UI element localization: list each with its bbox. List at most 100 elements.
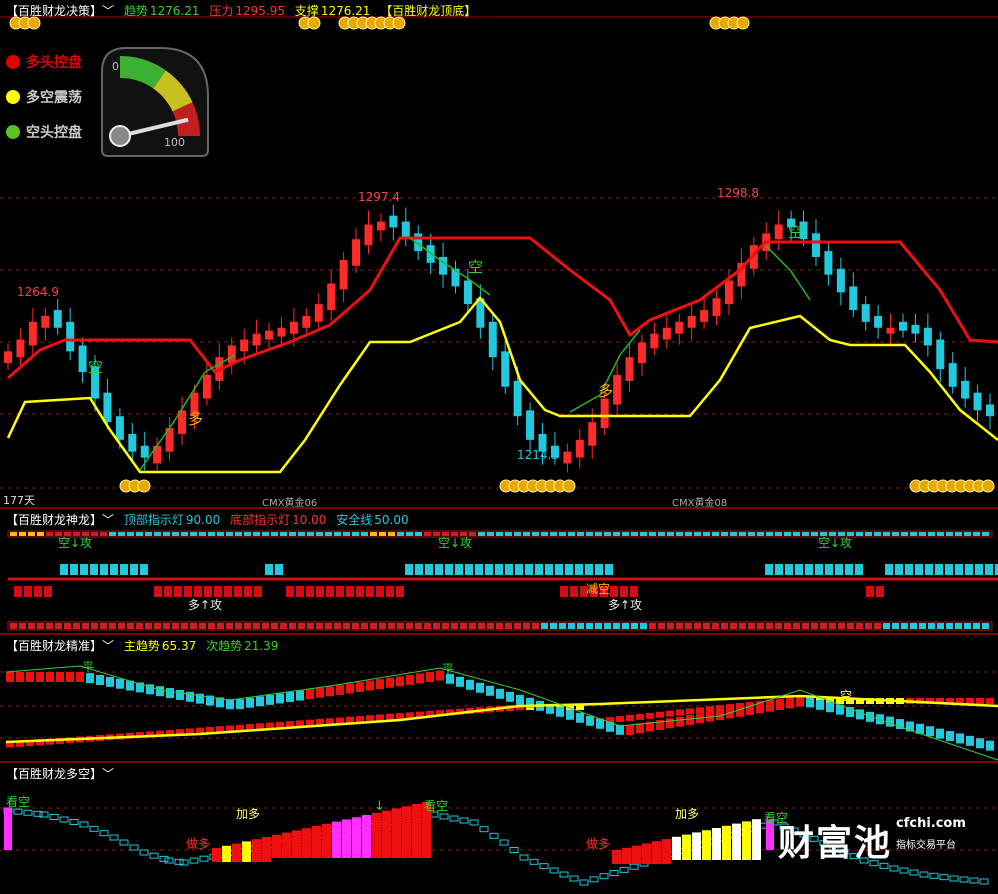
- strip-cell: [505, 532, 512, 536]
- candle-body: [364, 224, 373, 246]
- strip-cell: [613, 532, 620, 536]
- strip-cell: [982, 532, 989, 536]
- secondary-trend-bar: [326, 686, 334, 697]
- main-trend-bar: [396, 713, 404, 720]
- strip-cell: [37, 532, 44, 536]
- secondary-trend-bar: [636, 723, 644, 734]
- strip-cell: [325, 532, 332, 536]
- secondary-trend-bar: [786, 698, 794, 709]
- main-trend-bar: [666, 710, 674, 717]
- strip-cell: [586, 532, 593, 536]
- strip-cell: [784, 623, 791, 629]
- bottom-light-label: 底部指示灯: [230, 513, 291, 527]
- cyan-bar: [100, 564, 108, 575]
- strip-cell: [73, 623, 80, 629]
- cyan-bar: [265, 564, 273, 575]
- step-box: [629, 863, 639, 870]
- step-box: [529, 858, 539, 865]
- candle-body: [961, 380, 970, 399]
- strip-cell: [316, 532, 323, 536]
- strip-cell: [694, 623, 701, 629]
- strip-cell: [163, 532, 170, 536]
- chevron-down-icon[interactable]: ﹀: [102, 767, 114, 781]
- step-box: [99, 830, 109, 837]
- cyan-bar: [525, 564, 533, 575]
- strip-cell: [100, 623, 107, 629]
- cyan-bar: [765, 564, 773, 575]
- strip-cell: [613, 623, 620, 629]
- secondary-trend-bar: [336, 684, 344, 695]
- cyan-bar: [565, 564, 573, 575]
- candle-body: [513, 380, 522, 417]
- support-label: 支撑: [294, 4, 319, 18]
- strip-cell: [631, 623, 638, 629]
- secondary-trend-bar: [226, 699, 234, 710]
- strip-cell: [19, 532, 26, 536]
- secondary-trend-bar: [236, 699, 244, 710]
- red-bar: [24, 586, 32, 597]
- long-bar: [632, 845, 641, 864]
- main-trend-bar: [966, 698, 974, 704]
- strip-cell: [802, 623, 809, 629]
- strip-cell: [568, 532, 575, 536]
- chevron-down-icon[interactable]: ﹀: [102, 513, 114, 527]
- strip-cell: [937, 623, 944, 629]
- step-box: [519, 854, 529, 861]
- trend-segment: [764, 244, 811, 301]
- strip-cell: [523, 532, 530, 536]
- strip-cell: [658, 532, 665, 536]
- secondary-trend-bar: [346, 683, 354, 694]
- cyan-bar: [455, 564, 463, 575]
- candle-body: [140, 445, 149, 458]
- red-bar: [866, 586, 874, 597]
- step-box: [23, 809, 33, 816]
- strip-cell: [955, 532, 962, 536]
- strip-cell: [253, 623, 260, 629]
- strip-cell: [379, 623, 386, 629]
- strip-cell: [262, 532, 269, 536]
- panel3-title: 【百胜财龙精准】: [6, 639, 97, 653]
- cyan-bar: [855, 564, 863, 575]
- strip-cell: [136, 532, 143, 536]
- long-bar: [752, 819, 761, 860]
- strip-cell: [901, 532, 908, 536]
- strip-cell: [622, 623, 629, 629]
- strip-cell: [298, 623, 305, 629]
- strip-cell: [946, 532, 953, 536]
- strip-cell: [217, 623, 224, 629]
- candle-body: [463, 280, 472, 305]
- red-bar: [376, 586, 384, 597]
- long-bar: [292, 830, 301, 858]
- cyan-bar: [445, 564, 453, 575]
- step-box: [889, 865, 899, 872]
- cyan-bar: [595, 564, 603, 575]
- topbottom-title: 【百胜财龙顶底】: [380, 4, 477, 18]
- strip-cell: [397, 623, 404, 629]
- strip-cell: [280, 532, 287, 536]
- strip-cell: [334, 532, 341, 536]
- candle-body: [277, 327, 286, 337]
- panel4-header: 【百胜财龙多空】 ﹀: [6, 765, 120, 782]
- strip-cell: [271, 532, 278, 536]
- strip-cell: [208, 623, 215, 629]
- candle-body: [712, 298, 721, 316]
- strip-cell: [370, 532, 377, 536]
- price-label-high1: 1264.9: [17, 285, 59, 299]
- pressure-value: 1295.95: [235, 4, 285, 18]
- gauge-min-label: 0: [112, 60, 119, 73]
- secondary-trend-bar: [886, 716, 894, 727]
- strip-cell: [748, 532, 755, 536]
- strip-cell: [874, 532, 881, 536]
- candle-body: [16, 339, 25, 358]
- step-box: [109, 834, 119, 841]
- chevron-down-icon[interactable]: ﹀: [102, 4, 114, 18]
- strip-cell: [748, 623, 755, 629]
- chevron-down-icon[interactable]: ﹀: [102, 639, 114, 653]
- red-bar: [876, 586, 884, 597]
- strip-cell: [361, 532, 368, 536]
- secondary-trend-bar: [266, 694, 274, 705]
- long-bar: [222, 845, 231, 862]
- long-bar: [252, 839, 261, 862]
- strip-cell: [406, 532, 413, 536]
- secondary-trend-bar: [666, 718, 674, 729]
